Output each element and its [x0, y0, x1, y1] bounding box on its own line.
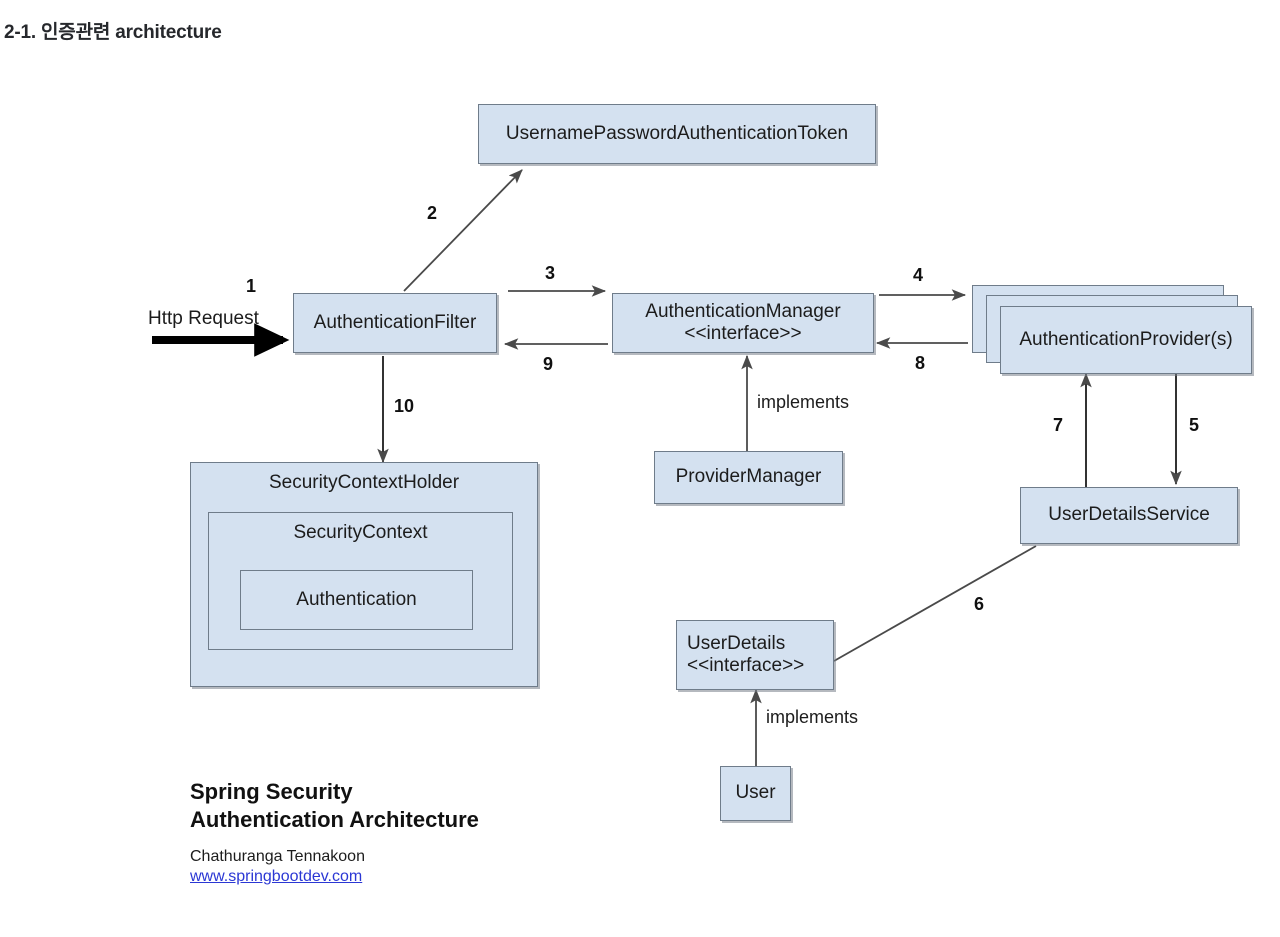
- diagram-page: 2-1. 인증관련 architecture UsernamePasswordA…: [0, 0, 1280, 937]
- label-implements-provider-manager: implements: [757, 392, 850, 412]
- node-authentication[interactable]: Authentication: [240, 570, 473, 630]
- node-username-password-authentication-token[interactable]: UsernamePasswordAuthenticationToken: [478, 104, 876, 164]
- node-authentication-manager[interactable]: AuthenticationManager <<interface>>: [612, 293, 874, 353]
- node-label: AuthenticationFilter: [313, 311, 477, 333]
- node-label-line-2: <<interface>>: [684, 323, 802, 344]
- node-label: AuthenticationProvider(s): [1019, 328, 1233, 350]
- caption-website-link[interactable]: www.springbootdev.com: [190, 868, 362, 886]
- node-label: Authentication: [296, 588, 417, 610]
- step-number-5: 5: [1189, 415, 1200, 435]
- node-label-line-1: UserDetails: [687, 632, 786, 654]
- line-step-6: [833, 545, 1037, 662]
- label-implements-user: implements: [766, 707, 859, 727]
- step-number-1: 1: [246, 276, 257, 296]
- node-authentication-filter[interactable]: AuthenticationFilter: [293, 293, 497, 353]
- node-label: ProviderManager: [675, 466, 822, 488]
- caption-title-line-2: Authentication Architecture: [190, 807, 479, 833]
- node-label: UserDetailsService: [1048, 504, 1210, 526]
- node-user[interactable]: User: [720, 766, 791, 821]
- step-number-7: 7: [1053, 415, 1064, 435]
- page-title: 2-1. 인증관련 architecture: [4, 22, 222, 43]
- caption-author: Chathuranga Tennakoon: [190, 848, 365, 866]
- node-authentication-provider[interactable]: AuthenticationProvider(s): [1000, 306, 1252, 374]
- caption-block: Spring Security Authentication Architect…: [190, 778, 610, 886]
- node-label: SecurityContextHolder: [268, 472, 460, 493]
- label-http-request: Http Request: [148, 308, 259, 329]
- step-number-2: 2: [427, 203, 438, 223]
- node-label-line-1: AuthenticationManager: [645, 300, 841, 322]
- node-user-details[interactable]: UserDetails <<interface>>: [676, 620, 834, 690]
- step-number-4: 4: [913, 265, 924, 285]
- step-number-3: 3: [545, 263, 556, 283]
- step-number-8: 8: [915, 353, 926, 373]
- node-label-line-2: <<interface>>: [687, 655, 805, 676]
- node-label: User: [735, 782, 776, 804]
- node-provider-manager[interactable]: ProviderManager: [654, 451, 843, 504]
- step-number-9: 9: [543, 354, 554, 374]
- arrow-step-2: [403, 169, 523, 292]
- node-label: SecurityContext: [293, 522, 428, 543]
- node-label: UsernamePasswordAuthenticationToken: [505, 122, 849, 144]
- caption-title-line-1: Spring Security: [190, 779, 353, 804]
- step-number-6: 6: [974, 594, 985, 614]
- node-user-details-service[interactable]: UserDetailsService: [1020, 487, 1238, 544]
- step-number-10: 10: [394, 396, 415, 416]
